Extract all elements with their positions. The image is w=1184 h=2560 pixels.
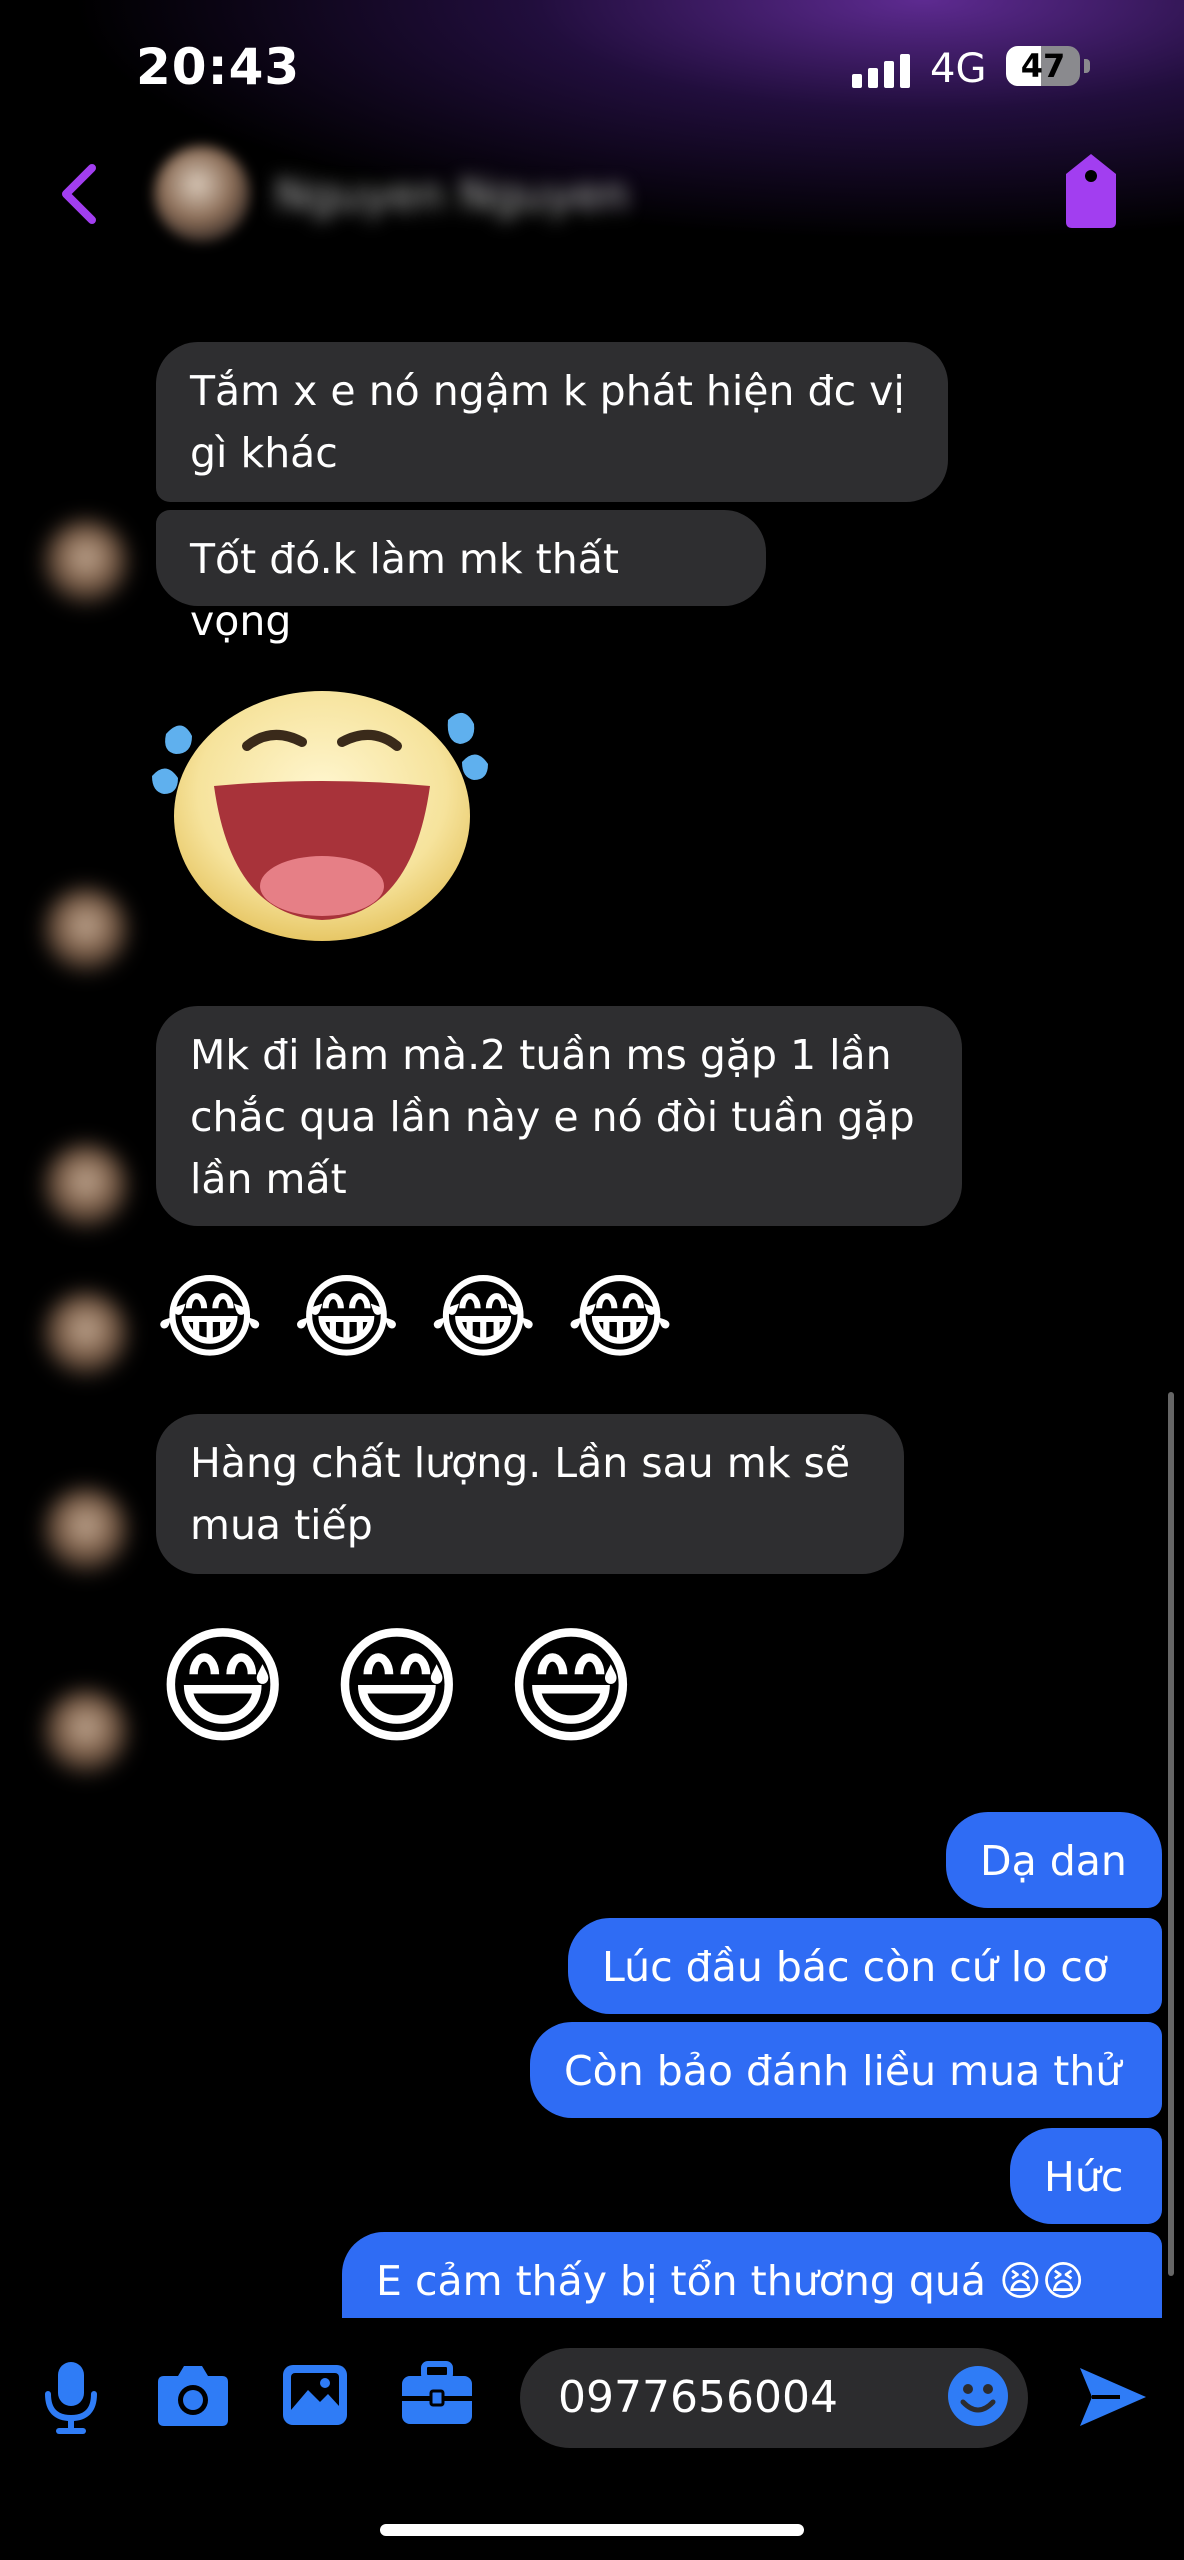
emoji-message[interactable]: 😂 😂 😂 😂 [156,1268,674,1368]
status-time: 20:43 [136,38,301,96]
incoming-message[interactable]: Hàng chất lượng. Lần sau mk sẽ mua tiếp [156,1414,904,1574]
emoji-message[interactable]: 😅 😅 😅 [156,1618,638,1758]
laughing-sticker[interactable] [152,676,492,946]
outgoing-message[interactable]: Dạ dan [946,1812,1162,1908]
incoming-message[interactable]: Mk đi làm mà.2 tuần ms gặp 1 lần chắc qu… [156,1006,962,1226]
outgoing-message[interactable]: Còn bảo đánh liều mua thử [530,2022,1162,2118]
sender-avatar [44,520,128,604]
contact-avatar[interactable] [154,146,250,242]
send-icon[interactable] [1076,2362,1150,2432]
incoming-message[interactable]: Tốt đó.k làm mk thất vọng [156,510,766,645]
sender-avatar [44,1690,128,1774]
status-bar: 20:43 4G 47 [0,0,1184,140]
battery-percent: 47 [1020,47,1066,85]
sender-avatar [44,1488,128,1572]
incoming-message[interactable]: Tắm x e nó ngậm k phát hiện đc vị gì khá… [156,342,948,502]
contact-name[interactable]: Nguyen Nguyen [275,170,628,221]
outgoing-message[interactable]: Hức [1010,2128,1162,2224]
photo-icon[interactable] [280,2362,350,2428]
cellular-signal-icon [852,52,916,88]
microphone-icon[interactable] [40,2358,102,2438]
sender-avatar [44,1292,128,1376]
chat-header: Nguyen Nguyen [0,140,1184,280]
camera-icon[interactable] [156,2362,230,2428]
scrollbar[interactable] [1168,1392,1174,2276]
battery-icon: 47 [1006,46,1092,88]
network-type: 4G [930,46,987,92]
back-chevron-icon[interactable] [52,154,112,234]
sender-avatar [44,1144,128,1228]
smiley-icon[interactable] [946,2364,1010,2428]
outgoing-message[interactable]: Lúc đầu bác còn cứ lo cơ [568,1918,1162,2014]
home-indicator[interactable] [380,2524,804,2536]
briefcase-icon[interactable] [400,2360,474,2428]
tag-icon[interactable] [1058,150,1124,232]
sender-avatar [44,888,128,972]
